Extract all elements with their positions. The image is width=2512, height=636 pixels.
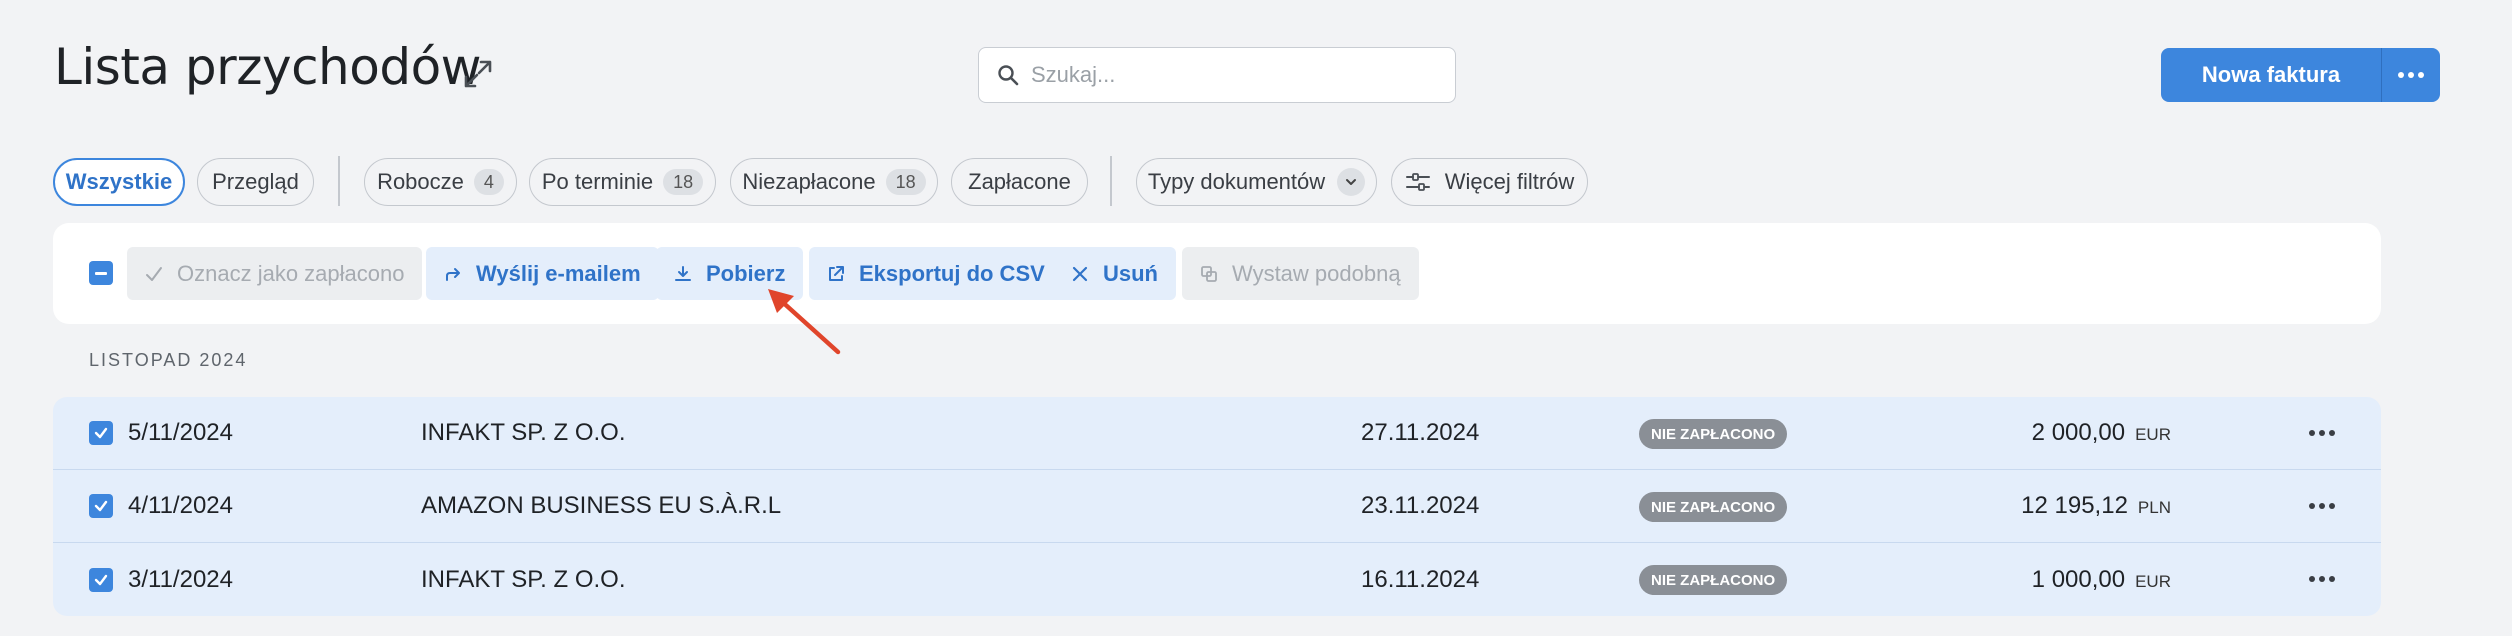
issue-similar-button[interactable]: Wystaw podobną — [1182, 247, 1419, 300]
filter-unpaid[interactable]: Niezapłacone 18 — [730, 158, 938, 206]
invoice-due-date: 16.11.2024 — [1361, 565, 1480, 593]
amount-currency: EUR — [2135, 425, 2171, 444]
row-more-button[interactable] — [2307, 494, 2337, 518]
send-email-label: Wyślij e-mailem — [476, 260, 641, 286]
search-input[interactable] — [1031, 62, 1431, 88]
invoice-row[interactable]: 3/11/2024 INFAKT SP. Z O.O. 16.11.2024 N… — [53, 543, 2381, 616]
invoice-due-date: 23.11.2024 — [1361, 492, 1480, 519]
filter-all-label: Wszystkie — [65, 169, 173, 194]
search-icon — [998, 65, 1019, 86]
more-horizontal-icon — [2398, 72, 2424, 78]
invoice-amount: 2 000,00 EUR — [2032, 419, 2171, 447]
filter-overview-label: Przegląd — [212, 169, 299, 194]
status-badge: NIE ZAPŁACONO — [1639, 492, 1788, 522]
filter-document-types-label: Typy dokumentów — [1147, 169, 1326, 194]
delete-button[interactable]: Usuń — [1053, 247, 1176, 300]
forward-icon — [446, 267, 460, 281]
filter-overdue-label: Po terminie — [541, 169, 654, 194]
filter-overview[interactable]: Przegląd — [197, 158, 314, 206]
more-horizontal-icon — [2309, 576, 2335, 582]
close-icon — [1072, 266, 1088, 281]
check-icon — [94, 500, 108, 512]
filter-all[interactable]: Wszystkie — [53, 158, 185, 206]
filter-overdue-count: 18 — [663, 169, 704, 195]
chevron-down-icon — [1337, 168, 1366, 196]
filter-paid[interactable]: Zapłacone — [951, 158, 1088, 206]
filter-divider-2 — [1110, 156, 1112, 206]
status-badge: NIE ZAPŁACONO — [1639, 419, 1788, 449]
row-checkbox[interactable] — [89, 421, 113, 445]
new-invoice-more-button[interactable] — [2382, 48, 2440, 102]
more-horizontal-icon — [2309, 503, 2335, 509]
check-icon — [94, 574, 108, 585]
filter-drafts[interactable]: Robocze 4 — [364, 158, 517, 206]
filter-drafts-label: Robocze — [377, 169, 464, 194]
row-checkbox[interactable] — [89, 567, 113, 592]
invoice-row[interactable]: 4/11/2024 AMAZON BUSINESS EU S.À.R.L 23.… — [53, 470, 2381, 543]
invoice-number: 3/11/2024 — [128, 565, 233, 593]
export-csv-label: Eksportuj do CSV — [859, 260, 1045, 286]
send-email-button[interactable]: Wyślij e-mailem — [426, 247, 659, 300]
filter-divider — [338, 156, 340, 206]
amount-value: 1 000,00 — [2031, 565, 2126, 593]
new-invoice-button[interactable]: Nowa faktura — [2161, 48, 2381, 102]
filter-overdue[interactable]: Po terminie 18 — [529, 158, 716, 206]
amount-value: 2 000,00 — [2031, 419, 2126, 446]
filter-unpaid-count: 18 — [885, 169, 926, 195]
mark-paid-label: Oznacz jako zapłacono — [177, 260, 405, 286]
invoice-due-date: 27.11.2024 — [1361, 419, 1480, 446]
amount-value: 12 195,12 — [2021, 492, 2128, 519]
sliders-icon — [1405, 173, 1430, 191]
delete-label: Usuń — [1103, 260, 1158, 286]
amount-currency: PLN — [2137, 498, 2171, 517]
invoice-amount: 1 000,00 EUR — [2032, 566, 2171, 594]
copy-icon — [1201, 265, 1217, 282]
search-box[interactable] — [978, 47, 1456, 103]
row-more-button[interactable] — [2307, 567, 2337, 591]
more-horizontal-icon — [2309, 430, 2335, 436]
download-icon — [675, 265, 691, 281]
filter-paid-label: Zapłacone — [968, 169, 1071, 194]
invoice-row[interactable]: 5/11/2024 INFAKT SP. Z O.O. 27.11.2024 N… — [53, 397, 2381, 470]
check-icon — [94, 427, 108, 439]
mark-paid-button[interactable]: Oznacz jako zapłacono — [127, 247, 423, 300]
page-title: Lista przychodów — [54, 38, 482, 96]
expand-icon[interactable] — [462, 58, 494, 90]
filter-unpaid-label: Niezapłacone — [742, 169, 876, 194]
select-all-checkbox[interactable] — [89, 261, 113, 285]
row-more-button[interactable] — [2307, 421, 2337, 445]
status-badge: NIE ZAPŁACONO — [1639, 565, 1788, 595]
invoice-list: 5/11/2024 INFAKT SP. Z O.O. 27.11.2024 N… — [53, 397, 2381, 616]
annotation-arrow-icon — [768, 289, 841, 355]
invoice-number: 4/11/2024 — [128, 492, 233, 519]
check-icon — [146, 266, 162, 281]
invoice-client: INFAKT SP. Z O.O. — [421, 419, 626, 446]
invoice-number: 5/11/2024 — [128, 419, 233, 446]
amount-currency: EUR — [2135, 571, 2171, 591]
issue-similar-label: Wystaw podobną — [1232, 260, 1401, 286]
invoice-client: AMAZON BUSINESS EU S.À.R.L — [421, 492, 782, 519]
export-icon — [829, 265, 844, 281]
filter-document-types[interactable]: Typy dokumentów — [1136, 158, 1377, 206]
filter-drafts-count: 4 — [473, 169, 504, 195]
invoice-amount: 12 195,12 PLN — [2021, 492, 2171, 520]
invoice-client: INFAKT SP. Z O.O. — [421, 565, 626, 593]
row-checkbox[interactable] — [89, 494, 113, 518]
month-group-label: LISTOPAD 2024 — [89, 350, 248, 370]
filter-more[interactable]: Więcej filtrów — [1391, 158, 1588, 206]
filter-more-label: Więcej filtrów — [1444, 169, 1575, 194]
